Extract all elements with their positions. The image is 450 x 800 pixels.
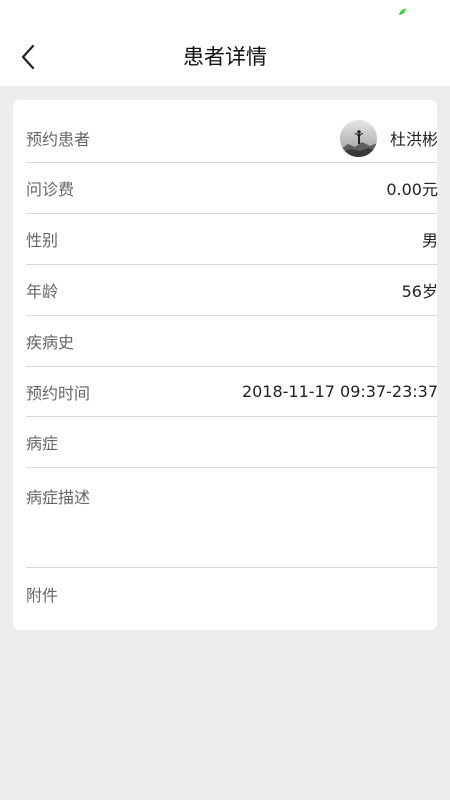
patient-row: 预约患者 杜洪彬 [26, 114, 438, 163]
patient-detail-card: 预约患者 杜洪彬 问诊费 0.00元 性别 男 年龄 56岁 疾病史 预约时间 … [13, 100, 438, 630]
avatar-image [339, 119, 377, 157]
fee-value: 0.00元 [386, 180, 438, 199]
symptom-description-row: 病症描述 [26, 468, 438, 568]
age-value: 56岁 [401, 282, 438, 301]
gender-value: 男 [421, 231, 438, 250]
symptom-row: 病症 [26, 417, 438, 468]
fee-label: 问诊费 [26, 180, 75, 199]
appointment-time-label: 预约时间 [26, 383, 91, 403]
history-label: 疾病史 [26, 333, 75, 352]
symptom-description-label: 病症描述 [26, 488, 91, 507]
patient-name: 杜洪彬 [389, 130, 438, 149]
patient-label: 预约患者 [26, 130, 91, 149]
attachment-row: 附件 [26, 568, 438, 619]
appointment-time-row: 预约时间 2018-11-17 09:37-23:37 [26, 367, 438, 417]
gender-label: 性别 [26, 231, 59, 250]
chevron-left-icon [21, 44, 35, 70]
symptom-label: 病症 [26, 434, 59, 453]
age-label: 年龄 [26, 282, 59, 301]
page-title: 患者详情 [183, 45, 267, 69]
status-bar [0, 0, 450, 28]
avatar [339, 119, 377, 157]
history-row: 疾病史 [26, 316, 438, 367]
appointment-time-value: 2018-11-17 09:37-23:37 [241, 382, 438, 401]
gender-row: 性别 男 [26, 214, 438, 265]
patient-info: 杜洪彬 [339, 119, 438, 157]
back-button[interactable] [8, 36, 48, 78]
age-row: 年龄 56岁 [26, 265, 438, 316]
nav-bar: 患者详情 [0, 28, 450, 86]
app-notification-icon [399, 8, 407, 15]
attachment-label: 附件 [26, 585, 59, 605]
fee-row: 问诊费 0.00元 [26, 163, 438, 214]
